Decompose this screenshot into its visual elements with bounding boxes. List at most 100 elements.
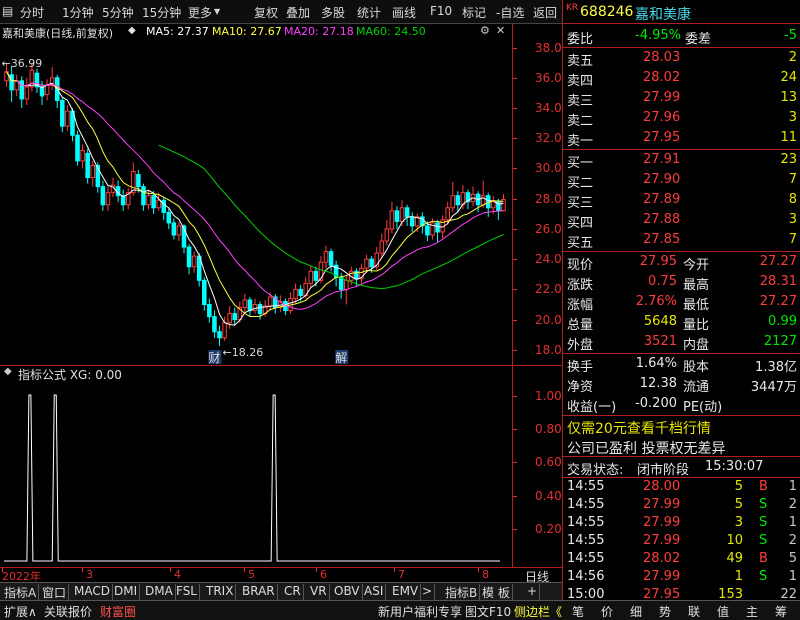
- tick-price: 27.99: [643, 569, 681, 584]
- unlock-marker[interactable]: 解: [335, 351, 347, 365]
- ask-row: 卖四 28.02 24: [563, 68, 800, 89]
- indicator-tab-5[interactable]: FSL: [174, 584, 200, 600]
- quote-row: 涨幅 2.76% 最低 27.27: [563, 292, 800, 313]
- indicator-tab-6[interactable]: TRIX: [204, 584, 237, 600]
- candle: [283, 298, 288, 316]
- tick-volume: 49: [726, 551, 743, 566]
- indicator-tab-0[interactable]: 指标A: [2, 584, 40, 600]
- mark-button[interactable]: 标记: [462, 4, 486, 21]
- price-axis: 38.00 36.00 34.00 32.00 30.00 28.00 26.00 24.00…: [512, 24, 569, 365]
- related-quote-button[interactable]: 关联报价: [44, 603, 92, 620]
- panel-tab-0[interactable]: 笔: [572, 603, 584, 620]
- indicator-menu-icon[interactable]: ◆: [4, 366, 12, 377]
- more-dropdown-icon[interactable]: ▼: [214, 7, 220, 16]
- candle: [420, 212, 425, 234]
- sidebar-toggle-button[interactable]: 侧边栏《: [514, 603, 562, 620]
- bid-row: 买五 27.85 7: [563, 230, 800, 251]
- f10-button[interactable]: F10: [430, 4, 452, 18]
- tab-15min[interactable]: 15分钟: [142, 4, 181, 21]
- panel-tab-2[interactable]: 细: [630, 603, 642, 620]
- indicator-tab-13[interactable]: >: [420, 584, 436, 600]
- tab-intraday[interactable]: 分时: [20, 4, 44, 21]
- bid-row: 买三 27.89 8: [563, 190, 800, 211]
- ma20-line: [16, 80, 504, 310]
- earnings-marker[interactable]: 财: [208, 351, 220, 365]
- close-icon[interactable]: ✕: [496, 24, 505, 37]
- expand-button[interactable]: 扩展∧: [4, 603, 37, 620]
- panel-tab-3[interactable]: 势: [659, 603, 671, 620]
- fuquan-button[interactable]: 复权: [254, 4, 278, 21]
- candle: [501, 194, 506, 212]
- quote-value: 0.75: [648, 274, 677, 289]
- ma5-label: MA5: 27.37: [146, 25, 209, 38]
- panel-tab-5[interactable]: 值: [717, 603, 729, 620]
- quote-label: 总量: [567, 318, 594, 333]
- panel-tab-4[interactable]: 联: [688, 603, 700, 620]
- indicator-tab-7[interactable]: BRAR: [240, 584, 278, 600]
- bid-volume: 23: [780, 152, 797, 167]
- panel-tab-6[interactable]: 主: [746, 603, 758, 620]
- tick-count: 1: [788, 479, 797, 494]
- stock-code: 688246: [580, 4, 634, 20]
- weibi-label: 委比: [567, 32, 594, 47]
- candle: [85, 148, 90, 184]
- quote-label-2: 最低: [683, 298, 710, 313]
- panel-tab-1[interactable]: 价: [601, 603, 613, 620]
- settings-icon[interactable]: ⚙: [480, 24, 490, 37]
- indicator-tab-14[interactable]: 指标B: [443, 584, 481, 600]
- promo-link[interactable]: 新用户福利专享: [378, 603, 462, 620]
- period-daily-button[interactable]: 日线: [512, 567, 562, 584]
- tab-5min[interactable]: 5分钟: [102, 4, 134, 21]
- candle: [496, 198, 501, 220]
- kline-chart[interactable]: ←36.99 ←18.26财 解: [0, 40, 512, 365]
- draw-line-button[interactable]: 画线: [392, 4, 416, 21]
- indicator-tab-16[interactable]: +: [525, 584, 541, 600]
- indicator-tab-2[interactable]: MACD: [72, 584, 113, 600]
- bid-label: 买二: [567, 176, 594, 191]
- indicator-tab-11[interactable]: ASI: [362, 584, 387, 600]
- tick-price: 27.95: [643, 587, 681, 602]
- indicator-tab-4[interactable]: DMA: [143, 584, 176, 600]
- add-watchlist-button[interactable]: -自选: [496, 4, 524, 21]
- indicator-tab-10[interactable]: OBV: [332, 584, 363, 600]
- back-button[interactable]: 返回: [533, 4, 557, 21]
- indicator-tick: [513, 462, 517, 464]
- quote-value-2: 28.31: [759, 274, 797, 289]
- indicator-tab-8[interactable]: CR: [282, 584, 304, 600]
- indicator-tab-12[interactable]: EMV: [390, 584, 422, 600]
- toolbar-menu-icon[interactable]: ▤: [2, 4, 13, 18]
- tab-more[interactable]: 更多: [188, 4, 212, 21]
- candle: [49, 67, 55, 90]
- date-label: 4: [174, 568, 181, 581]
- f10-graphic-button[interactable]: 图文F10: [465, 603, 511, 620]
- overlay-button[interactable]: 叠加: [286, 4, 310, 21]
- multi-stock-button[interactable]: 多股: [321, 4, 345, 21]
- indicator-tick-label: 0.60: [535, 455, 562, 470]
- candle: [470, 186, 476, 207]
- indicator-tab-9[interactable]: VR: [308, 584, 330, 600]
- tab-1min[interactable]: 1分钟: [62, 4, 94, 21]
- date-label: 7: [398, 568, 405, 581]
- candle: [186, 244, 192, 275]
- quote-label: 现价: [567, 258, 594, 273]
- tick-price: 27.99: [643, 515, 681, 530]
- candle: [252, 298, 258, 314]
- indicator-tab-1[interactable]: 窗口: [40, 584, 70, 600]
- indicator-tab-15[interactable]: 模 板: [480, 584, 513, 600]
- ask-volume: 2: [788, 50, 797, 65]
- panel-tab-7[interactable]: 筹: [775, 603, 787, 620]
- indicator-chart[interactable]: [0, 381, 512, 567]
- candle: [384, 219, 390, 246]
- candle: [105, 186, 111, 211]
- stats-button[interactable]: 统计: [357, 4, 381, 21]
- ask-price: 27.96: [643, 110, 681, 125]
- bid-price: 27.90: [643, 172, 681, 187]
- promo-row[interactable]: 仅需20元查看千档行情: [563, 416, 800, 437]
- quote-panel: KR 688246 嘉和美康 委比 -4.95% 委差 -5 卖五 28.03 2 卖四 28.…: [562, 0, 800, 602]
- candle: [95, 162, 101, 193]
- tick-side: B: [759, 551, 768, 566]
- indicator-tab-3[interactable]: DMI: [112, 584, 141, 600]
- wealth-circle-button[interactable]: 财富圈: [100, 603, 136, 620]
- price-tick: [513, 77, 517, 79]
- chart-title-arrow-icon[interactable]: ◆: [128, 25, 136, 36]
